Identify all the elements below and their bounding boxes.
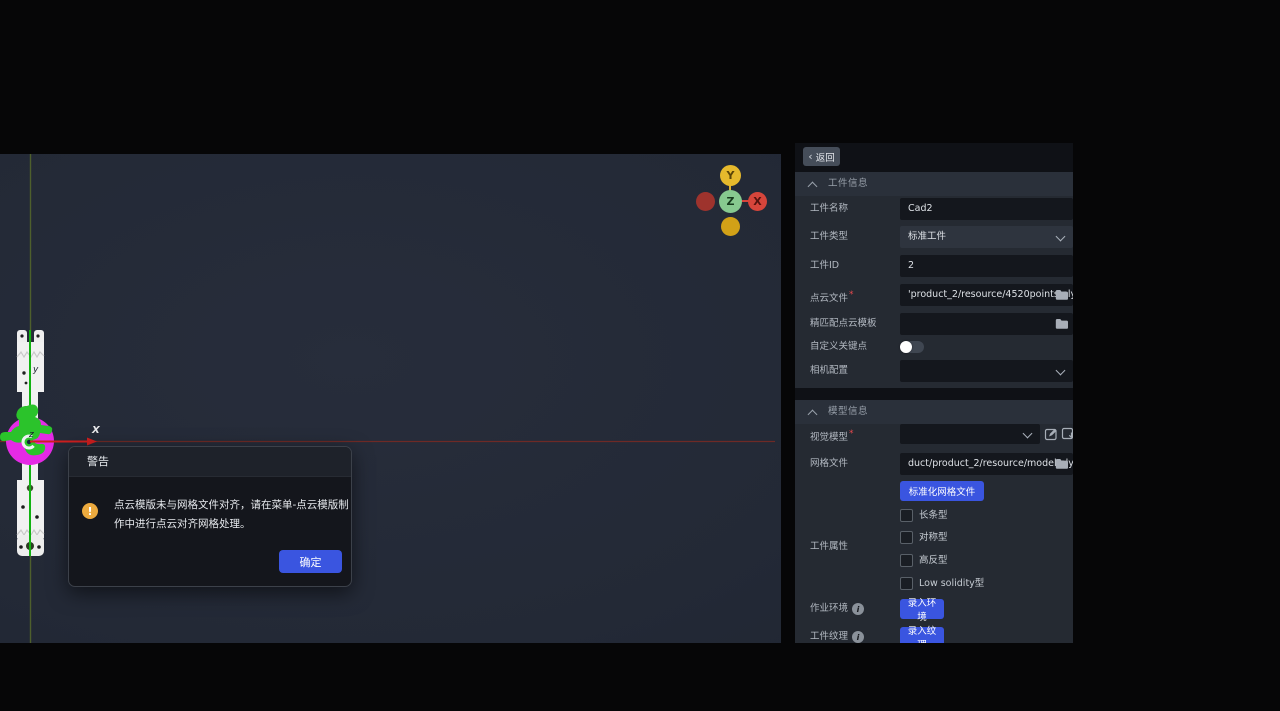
chevron-down-icon xyxy=(1056,232,1066,242)
mesh-file-label: 网格文件 xyxy=(810,453,848,475)
back-button-label: 返回 xyxy=(816,150,835,164)
fine-match-input[interactable] xyxy=(900,313,1073,335)
axis-label-y: y xyxy=(32,365,39,375)
mesh-file-input[interactable]: duct/product_2/resource/model.ply xyxy=(900,453,1073,475)
required-asterisk: * xyxy=(849,429,854,439)
warning-dialog: 警告 ! 点云模版未与网格文件对齐，请在菜单-点云模版制 作中进行点云对齐网格处… xyxy=(68,446,352,587)
environment-label: 作业环境 xyxy=(810,599,848,619)
camera-config-select[interactable] xyxy=(900,360,1073,382)
chevron-down-icon xyxy=(1023,429,1033,439)
camera-config-label: 相机配置 xyxy=(810,360,848,382)
keypoints-toggle[interactable] xyxy=(900,341,924,353)
type-label: 工件类型 xyxy=(810,226,848,248)
workpiece-section-title: 工件信息 xyxy=(828,172,868,196)
visual-model-label-text: 视觉模型 xyxy=(810,432,848,443)
gizmo-z[interactable]: Z xyxy=(719,190,742,213)
visual-model-select[interactable] xyxy=(900,424,1040,444)
capture-texture-button[interactable]: 录入纹理 xyxy=(900,627,944,643)
checkbox-symmetric[interactable] xyxy=(900,531,913,544)
type-select[interactable]: 标准工件 xyxy=(900,226,1073,248)
model-section-header[interactable]: 模型信息 xyxy=(795,400,1073,424)
collapse-caret-icon xyxy=(808,410,818,420)
attributes-label: 工件属性 xyxy=(810,540,848,553)
workpiece-section-header[interactable]: 工件信息 xyxy=(795,172,1073,196)
axis-label-z: z xyxy=(28,430,34,440)
collapse-caret-icon xyxy=(808,182,818,192)
checkbox-high-reflective[interactable] xyxy=(900,554,913,567)
checkbox-label: 高反型 xyxy=(919,554,948,567)
normalize-mesh-button[interactable]: 标准化网格文件 xyxy=(900,481,984,501)
dialog-message: 点云模版未与网格文件对齐，请在菜单-点云模版制 作中进行点云对齐网格处理。 xyxy=(114,496,349,534)
gizmo-y[interactable]: Y xyxy=(720,165,741,186)
checkbox-label: 长条型 xyxy=(919,509,948,522)
checkbox-label: Low solidity型 xyxy=(919,577,984,590)
fine-match-label: 精匹配点云模板 xyxy=(810,313,877,335)
x-axis-arrowhead xyxy=(87,438,97,446)
capture-environment-button[interactable]: 录入环境 xyxy=(900,599,944,619)
app-window: y z X Y Z X 警告 ! 点云模版未与网 xyxy=(0,0,1280,711)
info-icon[interactable]: i xyxy=(852,631,864,643)
name-input[interactable]: Cad2 xyxy=(900,198,1073,220)
back-button[interactable]: ‹ 返回 xyxy=(803,147,840,166)
gizmo-negative-x[interactable] xyxy=(696,192,715,211)
ok-button[interactable]: 确定 xyxy=(279,550,342,573)
info-icon[interactable]: i xyxy=(852,603,864,615)
name-label: 工件名称 xyxy=(810,198,848,220)
checkbox-long-strip[interactable] xyxy=(900,509,913,522)
pointcloud-file-input[interactable]: 'product_2/resource/4520points.ply xyxy=(900,284,1073,306)
model-section-title: 模型信息 xyxy=(828,400,868,424)
folder-icon[interactable] xyxy=(1055,289,1068,300)
id-input[interactable]: 2 xyxy=(900,255,1073,277)
dialog-message-line1: 点云模版未与网格文件对齐，请在菜单-点云模版制 xyxy=(114,496,349,515)
axis-label-x: X xyxy=(91,425,101,436)
checkbox-label: 对称型 xyxy=(919,531,948,544)
model-info-section: 模型信息 视觉模型* 网格文件 duct/product_2/resource/… xyxy=(795,400,1073,643)
gizmo-negative-y[interactable] xyxy=(721,217,740,236)
chevron-down-icon xyxy=(1056,366,1066,376)
pointcloud-label-text: 点云文件 xyxy=(810,293,848,304)
import-model-icon[interactable] xyxy=(1061,427,1073,441)
dialog-title: 警告 xyxy=(87,447,109,476)
folder-icon[interactable] xyxy=(1055,318,1068,329)
texture-label: 工件纹理 xyxy=(810,627,848,643)
dialog-message-line2: 作中进行点云对齐网格处理。 xyxy=(114,515,349,534)
required-asterisk: * xyxy=(849,290,854,300)
folder-icon[interactable] xyxy=(1055,458,1068,469)
checkbox-low-solidity[interactable] xyxy=(900,577,913,590)
dialog-header: 警告 xyxy=(69,447,351,477)
keypoints-label: 自定义关键点 xyxy=(810,336,867,358)
gizmo-x[interactable]: X xyxy=(748,192,767,211)
pointcloud-file-label: 点云文件* xyxy=(810,284,854,306)
edit-icon[interactable] xyxy=(1044,427,1058,441)
workpiece-info-section: 工件信息 工件名称 Cad2 工件类型 标准工件 工件ID 2 点云文件* 'p… xyxy=(795,172,1073,388)
visual-model-label: 视觉模型* xyxy=(810,424,854,444)
back-chevron-icon: ‹ xyxy=(808,151,812,162)
toggle-knob xyxy=(900,341,912,353)
id-label: 工件ID xyxy=(810,255,839,277)
property-panel: ‹ 返回 工件信息 工件名称 Cad2 工件类型 标准工件 工件ID 2 点云文… xyxy=(795,143,1073,643)
type-select-value: 标准工件 xyxy=(908,231,946,242)
warning-icon: ! xyxy=(82,503,98,519)
